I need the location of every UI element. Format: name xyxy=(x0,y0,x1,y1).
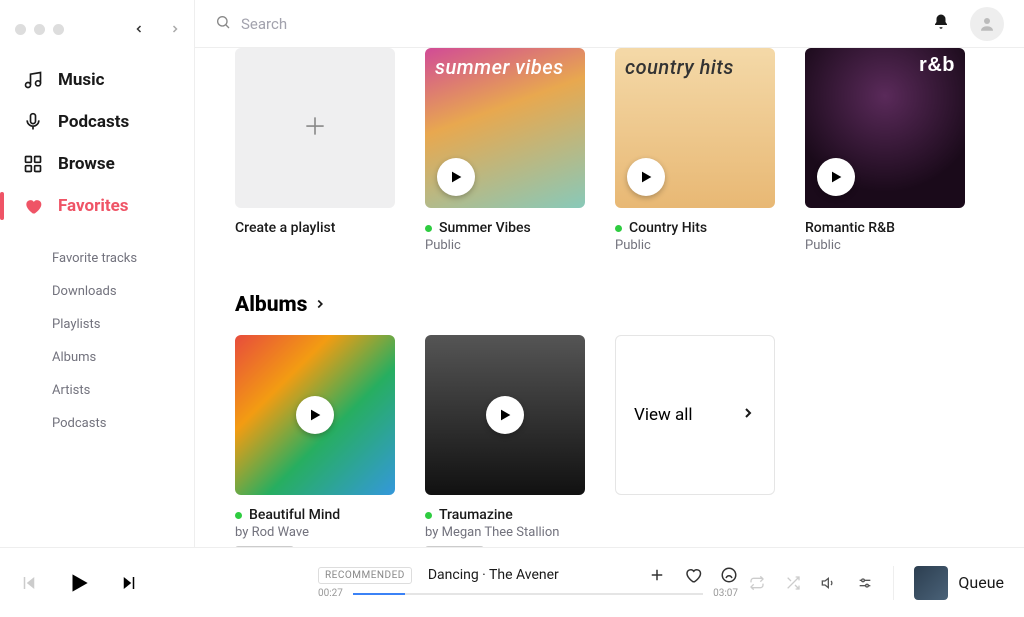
album-artist: by Rod Wave xyxy=(235,525,395,540)
player-bar: RECOMMENDED Dancing · The Avener 00:27 0… xyxy=(0,547,1024,617)
like-button[interactable] xyxy=(684,566,702,584)
album-title: Beautiful Mind xyxy=(249,507,340,523)
chevron-right-icon xyxy=(740,405,756,426)
sidebar-sub-favorite-tracks[interactable]: Favorite tracks xyxy=(52,244,194,273)
plus-icon xyxy=(302,113,328,143)
music-icon xyxy=(22,69,44,91)
album-card[interactable]: Traumazine by Megan Thee Stallion EXPLIC… xyxy=(425,335,585,547)
playlist-title: Country Hits xyxy=(629,220,707,236)
traffic-light-min[interactable] xyxy=(34,24,45,35)
play-button[interactable] xyxy=(66,570,92,596)
avatar[interactable] xyxy=(970,7,1004,41)
create-playlist-card[interactable]: Create a playlist xyxy=(235,48,395,253)
nav-back-button[interactable] xyxy=(128,18,150,40)
heart-icon xyxy=(22,195,44,217)
queue-button[interactable]: Queue xyxy=(893,566,1004,600)
chevron-right-icon xyxy=(313,293,327,317)
elapsed-time: 00:27 xyxy=(318,588,343,599)
sidebar-item-browse[interactable]: Browse xyxy=(0,144,194,184)
playlist-cover-text: r&b xyxy=(815,54,955,76)
album-title: Traumazine xyxy=(439,507,513,523)
playlist-card[interactable]: r&b Romantic R&B Public xyxy=(805,48,965,253)
playlist-title: Romantic R&B xyxy=(805,220,895,236)
sidebar-item-label: Browse xyxy=(58,154,115,174)
sidebar-item-label: Podcasts xyxy=(58,112,129,132)
traffic-light-max[interactable] xyxy=(53,24,64,35)
next-button[interactable] xyxy=(120,574,138,592)
albums-heading[interactable]: Albums xyxy=(235,293,1024,317)
repeat-button[interactable] xyxy=(749,575,765,591)
queue-label: Queue xyxy=(958,573,1004,592)
nav-forward-button[interactable] xyxy=(164,18,186,40)
play-button[interactable] xyxy=(437,158,475,196)
search-icon xyxy=(215,14,231,34)
shuffle-button[interactable] xyxy=(785,575,801,591)
sidebar-sub-downloads[interactable]: Downloads xyxy=(52,277,194,306)
traffic-light-close[interactable] xyxy=(15,24,26,35)
album-card[interactable]: Beautiful Mind by Rod Wave EXPLICIT xyxy=(235,335,395,547)
view-all-albums-button[interactable]: View all xyxy=(615,335,775,495)
playlist-visibility: Public xyxy=(615,238,775,253)
playlist-visibility: Public xyxy=(425,238,585,253)
settings-button[interactable] xyxy=(857,575,873,591)
search-input[interactable] xyxy=(241,15,541,33)
album-artist: by Megan Thee Stallion xyxy=(425,525,585,540)
online-dot xyxy=(615,225,622,232)
volume-button[interactable] xyxy=(821,575,837,591)
bell-icon[interactable] xyxy=(932,13,950,35)
topbar xyxy=(195,0,1024,48)
play-button[interactable] xyxy=(627,158,665,196)
track-title: Dancing · The Avener xyxy=(428,567,559,583)
sidebar-item-label: Music xyxy=(58,70,105,90)
online-dot xyxy=(425,225,432,232)
online-dot xyxy=(425,512,432,519)
sidebar-sub-artists[interactable]: Artists xyxy=(52,376,194,405)
sidebar-item-label: Favorites xyxy=(58,196,129,216)
sidebar-item-podcasts[interactable]: Podcasts xyxy=(0,102,194,142)
queue-thumbnail xyxy=(914,566,948,600)
sidebar-item-music[interactable]: Music xyxy=(0,60,194,100)
grid-icon xyxy=(22,153,44,175)
sidebar-sub-podcasts[interactable]: Podcasts xyxy=(52,409,194,438)
create-playlist-label: Create a playlist xyxy=(235,220,335,236)
online-dot xyxy=(235,512,242,519)
window-controls xyxy=(0,8,194,60)
recommended-badge: RECOMMENDED xyxy=(318,567,412,584)
play-button[interactable] xyxy=(486,396,524,434)
sidebar-sub-playlists[interactable]: Playlists xyxy=(52,310,194,339)
play-button[interactable] xyxy=(817,158,855,196)
playlist-card[interactable]: summer vibes Summer Vibes Public xyxy=(425,48,585,253)
playlist-card[interactable]: country hits Country Hits Public xyxy=(615,48,775,253)
sidebar-sub-albums[interactable]: Albums xyxy=(52,343,194,372)
play-button[interactable] xyxy=(296,396,334,434)
playlist-visibility: Public xyxy=(805,238,965,253)
playlist-cover-text: summer vibes xyxy=(435,56,575,78)
previous-button[interactable] xyxy=(20,574,38,592)
mic-icon xyxy=(22,111,44,133)
progress-bar[interactable] xyxy=(353,593,703,595)
add-button[interactable] xyxy=(648,566,666,584)
playlist-title: Summer Vibes xyxy=(439,220,531,236)
playlist-cover-text: country hits xyxy=(625,56,765,78)
dislike-button[interactable] xyxy=(720,566,738,584)
sidebar-item-favorites[interactable]: Favorites xyxy=(0,186,194,226)
total-time: 03:07 xyxy=(713,588,738,599)
